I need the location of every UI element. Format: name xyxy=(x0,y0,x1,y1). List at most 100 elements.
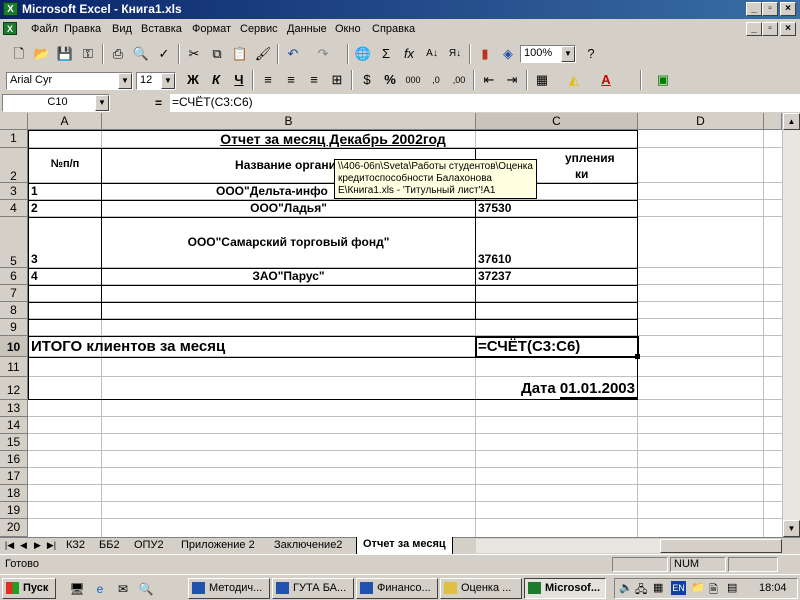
copy-icon[interactable]: ⧉ xyxy=(206,43,228,65)
percent-icon[interactable]: % xyxy=(379,69,401,91)
row-header-1[interactable]: 1 xyxy=(0,130,28,148)
total-formula[interactable]: =СЧЁТ(C3:C6) xyxy=(478,338,580,355)
select-all-corner[interactable] xyxy=(0,113,28,130)
menu-insert[interactable]: Вставка xyxy=(141,23,182,35)
drawing-icon[interactable]: ◈ xyxy=(497,43,519,65)
tab-otchet-za-mesyac[interactable]: Отчет за месяц xyxy=(356,537,453,555)
decrease-indent-icon[interactable]: ⇤ xyxy=(478,69,500,91)
row-header-10[interactable]: 10 xyxy=(0,336,28,357)
workbook-icon[interactable]: X xyxy=(3,22,17,35)
format-painter-icon[interactable]: 🖌 xyxy=(252,43,274,65)
tray-excel-icon[interactable]: ▤ xyxy=(727,581,737,594)
extra-toolbar-icon[interactable]: ▣ xyxy=(652,69,674,91)
menu-edit[interactable]: Правка xyxy=(64,23,101,35)
font-size-select[interactable]: 12 ▼ xyxy=(136,72,176,90)
row-header-8[interactable]: 8 xyxy=(0,302,28,319)
hyperlink-icon[interactable]: 🌐 xyxy=(352,43,374,65)
row-header-17[interactable]: 17 xyxy=(0,468,28,485)
task-excel[interactable]: Microsof... xyxy=(524,578,606,599)
fill-handle[interactable] xyxy=(635,354,640,359)
zoom-select[interactable]: 100% ▼ xyxy=(520,45,576,63)
print-icon[interactable]: ⎙ xyxy=(107,43,129,65)
cell-c2-header-line2[interactable]: ки xyxy=(575,167,588,181)
cell-a4[interactable]: 2 xyxy=(31,201,38,215)
row-header-16[interactable]: 16 xyxy=(0,451,28,468)
save-icon[interactable]: 💾 xyxy=(54,43,76,65)
cell-b6[interactable]: ЗАО"Парус" xyxy=(102,269,475,283)
cell-a6[interactable]: 4 xyxy=(31,269,38,283)
formula-input[interactable]: =СЧЁТ(C3:C6) xyxy=(170,94,800,112)
row-header-13[interactable]: 13 xyxy=(0,400,28,417)
row-header-12[interactable]: 12 xyxy=(0,377,28,400)
row-header-6[interactable]: 6 xyxy=(0,268,28,285)
start-button[interactable]: Пуск xyxy=(2,578,56,599)
merge-center-icon[interactable]: ⊞ xyxy=(326,69,348,91)
tray-doc-icon[interactable]: 🗎 xyxy=(709,581,718,600)
name-box[interactable]: C10 ▼ xyxy=(2,94,110,112)
italic-icon[interactable]: К xyxy=(205,69,227,91)
outlook-icon[interactable]: ✉ xyxy=(112,578,134,600)
minimize-button[interactable]: _ xyxy=(746,2,762,16)
row-header-15[interactable]: 15 xyxy=(0,434,28,451)
menu-window[interactable]: Окно xyxy=(335,23,361,35)
horizontal-scroll-thumb[interactable] xyxy=(660,539,782,553)
currency-icon[interactable]: $ xyxy=(356,69,378,91)
maximize-button[interactable]: ▫ xyxy=(762,2,778,16)
show-desktop-icon[interactable]: 🖥 xyxy=(66,578,88,600)
scroll-down-button[interactable]: ▼ xyxy=(783,520,800,537)
menu-format[interactable]: Формат xyxy=(192,23,231,35)
language-indicator[interactable]: EN xyxy=(671,581,686,595)
excel-app-icon[interactable]: X xyxy=(3,2,18,16)
row-header-19[interactable]: 19 xyxy=(0,502,28,519)
cut-icon[interactable]: ✂ xyxy=(183,43,205,65)
date-label[interactable]: Дата 01.01.2003 xyxy=(500,380,635,397)
cell-a3[interactable]: 1 xyxy=(31,184,38,198)
row-header-14[interactable]: 14 xyxy=(0,417,28,434)
function-icon[interactable]: fx xyxy=(398,43,420,65)
redo-icon[interactable]: ↷ xyxy=(312,43,334,65)
column-header-a[interactable]: A xyxy=(28,113,102,130)
task-finanso[interactable]: Финансо... xyxy=(356,578,438,599)
column-header-d[interactable]: D xyxy=(638,113,764,130)
comma-style-icon[interactable]: 000 xyxy=(402,69,424,91)
tab-zaklyuchenie2[interactable]: Заключение2 xyxy=(274,538,342,553)
increase-decimal-icon[interactable]: ,0 xyxy=(425,69,447,91)
network-icon[interactable]: 🖧 xyxy=(635,581,647,600)
print-preview-icon[interactable]: 🔍 xyxy=(130,43,152,65)
sort-asc-icon[interactable]: A↓ xyxy=(421,43,443,65)
task-metodich[interactable]: Методич... xyxy=(188,578,270,599)
row-header-7[interactable]: 7 xyxy=(0,285,28,302)
bold-icon[interactable]: Ж xyxy=(182,69,204,91)
new-icon[interactable]: 🗋 xyxy=(8,43,30,65)
cell-a2-header[interactable]: №п/п xyxy=(29,158,101,170)
total-label[interactable]: ИТОГО клиентов за месяц xyxy=(31,338,225,355)
menu-data[interactable]: Данные xyxy=(287,23,327,35)
row-header-9[interactable]: 9 xyxy=(0,319,28,336)
tab-kz2[interactable]: КЗ2 xyxy=(66,538,85,553)
sort-desc-icon[interactable]: Я↓ xyxy=(444,43,466,65)
fill-color-icon[interactable]: ◭ xyxy=(563,69,585,91)
menu-help[interactable]: Справка xyxy=(372,23,415,35)
row-header-18[interactable]: 18 xyxy=(0,485,28,502)
last-sheet-icon[interactable]: ▶| xyxy=(45,539,58,552)
cell-c2-header-line1[interactable]: упления xyxy=(565,151,615,165)
align-center-icon[interactable]: ≡ xyxy=(280,69,302,91)
report-title[interactable]: Отчет за месяц Декабрь 2002год xyxy=(28,131,638,147)
help-icon[interactable]: ? xyxy=(580,43,602,65)
row-header-5[interactable]: 5 xyxy=(0,217,28,268)
cell-b5[interactable]: ООО"Самарский торговый фонд" xyxy=(102,235,475,249)
ie-icon[interactable]: e xyxy=(89,578,111,600)
cell-c5[interactable]: 37610 xyxy=(478,252,511,266)
autosum-icon[interactable]: Σ xyxy=(375,43,397,65)
menu-file[interactable]: Файл xyxy=(31,23,58,35)
cell-a5[interactable]: 3 xyxy=(31,252,38,266)
tray-folder-icon[interactable]: 📁 xyxy=(691,581,705,594)
vertical-scrollbar[interactable] xyxy=(782,113,800,537)
column-header-e[interactable] xyxy=(764,113,782,130)
decrease-decimal-icon[interactable]: ,00 xyxy=(448,69,470,91)
spelling-icon[interactable]: ✓ xyxy=(153,43,175,65)
chart-wizard-icon[interactable]: ▮ xyxy=(474,43,496,65)
column-header-c[interactable]: C xyxy=(476,113,638,130)
cell-b3[interactable]: ООО"Дельта-инфо xyxy=(216,184,328,198)
cell-c6[interactable]: 37237 xyxy=(478,269,511,283)
